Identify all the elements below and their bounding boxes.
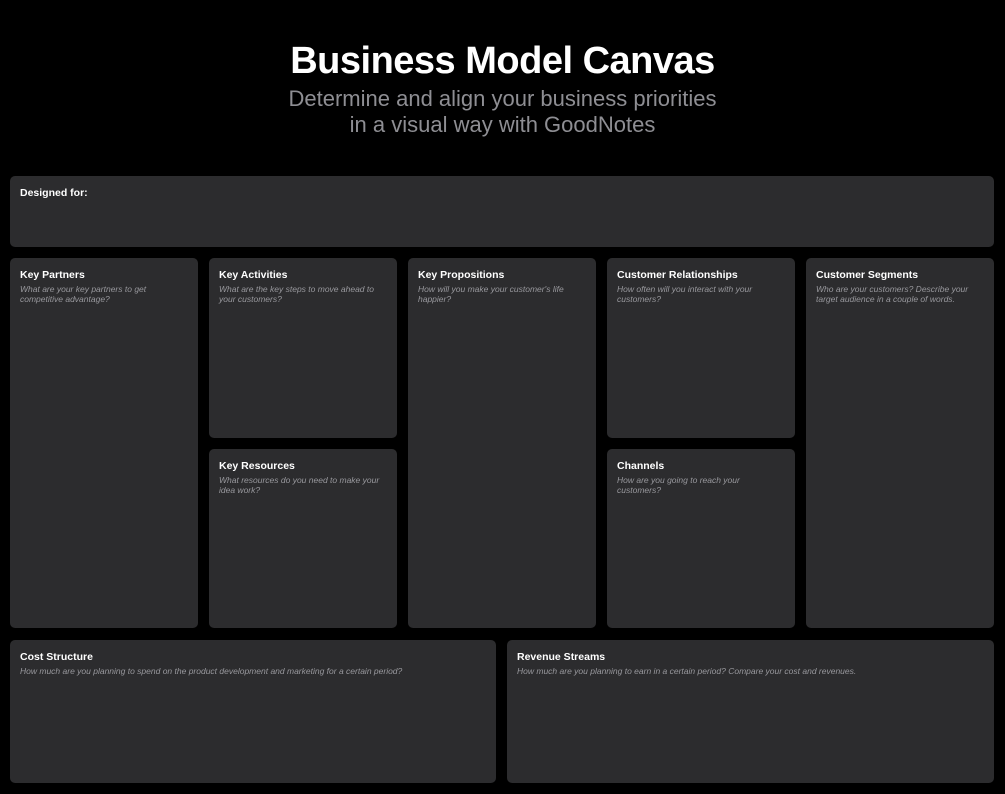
revenue-streams-box[interactable]: Revenue Streams How much are you plannin… <box>507 640 994 783</box>
key-resources-box[interactable]: Key Resources What resources do you need… <box>209 449 397 628</box>
subtitle-line-1: Determine and align your business priori… <box>288 86 717 111</box>
key-partners-title: Key Partners <box>20 269 85 281</box>
page-subtitle: Determine and align your business priori… <box>0 86 1005 138</box>
key-partners-box[interactable]: Key Partners What are your key partners … <box>10 258 198 628</box>
key-resources-title: Key Resources <box>219 460 295 472</box>
customer-segments-box[interactable]: Customer Segments Who are your customers… <box>806 258 994 628</box>
designed-for-box[interactable]: Designed for: <box>10 176 994 247</box>
key-propositions-title: Key Propositions <box>418 269 505 281</box>
customer-relationships-box[interactable]: Customer Relationships How often will yo… <box>607 258 795 438</box>
customer-relationships-title: Customer Relationships <box>617 269 738 281</box>
page-header: Business Model Canvas Determine and alig… <box>0 38 1005 138</box>
key-propositions-description: How will you make your customer's life h… <box>418 284 564 304</box>
revenue-streams-title: Revenue Streams <box>517 651 606 663</box>
customer-segments-description: Who are your customers? Describe your ta… <box>816 284 969 304</box>
cost-structure-description: How much are you planning to spend on th… <box>20 666 403 676</box>
subtitle-line-2: in a visual way with GoodNotes <box>349 112 656 137</box>
page-title: Business Model Canvas <box>290 40 715 82</box>
designed-for-title: Designed for: <box>20 187 88 199</box>
key-partners-description: What are your key partners to get compet… <box>20 284 147 304</box>
key-activities-box[interactable]: Key Activities What are the key steps to… <box>209 258 397 438</box>
customer-segments-title: Customer Segments <box>816 269 919 281</box>
cost-structure-box[interactable]: Cost Structure How much are you planning… <box>10 640 496 783</box>
key-resources-description: What resources do you need to make your … <box>219 475 380 495</box>
canvas-page: Business Model Canvas Determine and alig… <box>0 0 1005 794</box>
key-activities-title: Key Activities <box>219 269 288 281</box>
key-activities-description: What are the key steps to move ahead to … <box>219 284 374 304</box>
channels-title: Channels <box>617 460 665 472</box>
key-propositions-box[interactable]: Key Propositions How will you make your … <box>408 258 596 628</box>
revenue-streams-description: How much are you planning to earn in a c… <box>517 666 857 676</box>
customer-relationships-description: How often will you interact with your cu… <box>617 284 753 304</box>
channels-box[interactable]: Channels How are you going to reach your… <box>607 449 795 628</box>
cost-structure-title: Cost Structure <box>20 651 93 663</box>
channels-description: How are you going to reach your customer… <box>617 475 740 495</box>
